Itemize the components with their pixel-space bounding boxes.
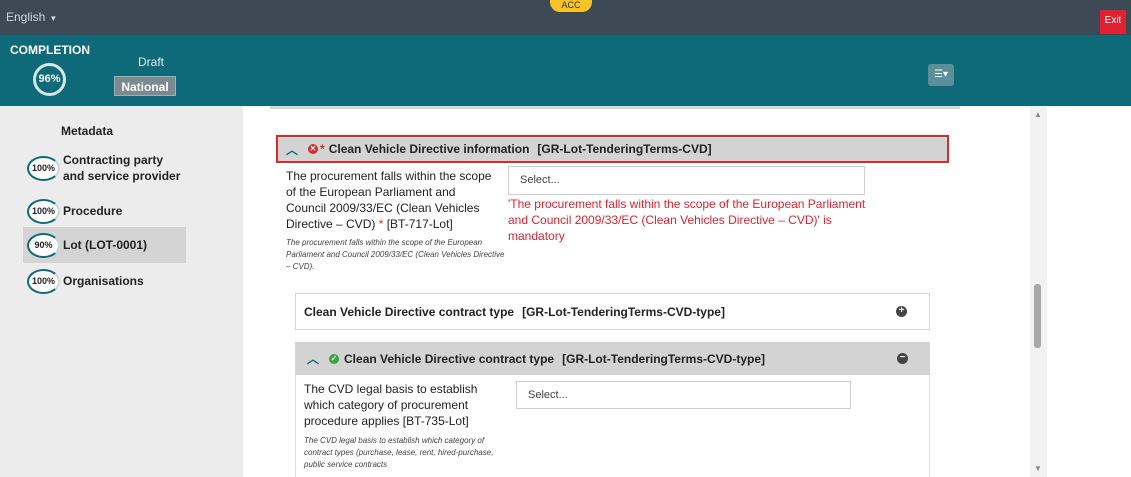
- section-header-cvd[interactable]: ︿ ✕ * Clean Vehicle Directive informatio…: [276, 135, 949, 163]
- section-code: [GR-Lot-TenderingTerms-CVD]: [537, 142, 712, 156]
- scrollbar[interactable]: ▲ ▼: [1030, 106, 1047, 477]
- sidebar: Metadata 100% Contracting party and serv…: [0, 106, 243, 477]
- field-label-cvd-legal-basis: The CVD legal basis to establish which c…: [304, 382, 478, 428]
- sidebar-item-label: Contracting party and service provider: [63, 153, 181, 183]
- divider: [270, 106, 960, 109]
- check-icon: ✓: [329, 353, 340, 364]
- sidebar-item-lot[interactable]: 90% Lot (LOT-0001): [23, 227, 186, 263]
- scroll-up-arrow-icon[interactable]: ▲: [1034, 110, 1042, 119]
- status-label: Draft: [138, 55, 165, 69]
- sidebar-item-label: Lot (LOT-0001): [63, 238, 148, 252]
- sidebar-item-contracting-party[interactable]: 100% Contracting party and service provi…: [23, 148, 186, 188]
- subsection-code: [GR-Lot-TenderingTerms-CVD-type]: [562, 351, 765, 366]
- progress-ring-icon: 100%: [27, 198, 60, 224]
- cvd-select[interactable]: Select...: [508, 166, 865, 195]
- language-selector[interactable]: English ▼: [6, 10, 57, 24]
- top-bar: English ▼ ACC Exit: [0, 0, 1131, 35]
- main-content: ︿ ✕ * Clean Vehicle Directive informatio…: [258, 106, 970, 477]
- subsection-title: Clean Vehicle Directive contract type: [304, 304, 515, 319]
- error-icon: ✕: [308, 144, 319, 154]
- required-marker: *: [320, 142, 325, 156]
- progress-ring-icon: 100%: [27, 268, 60, 294]
- sidebar-item-organisations[interactable]: 100% Organisations: [23, 267, 186, 295]
- environment-badge: ACC: [550, 0, 592, 12]
- subsection-code: [GR-Lot-TenderingTerms-CVD-type]: [522, 304, 725, 319]
- subsection-collapsed-cvd-type[interactable]: Clean Vehicle Directive contract type [G…: [295, 293, 930, 330]
- required-marker: *: [378, 217, 384, 231]
- sliders-icon: ☰▾: [934, 69, 948, 80]
- filter-settings-button[interactable]: ☰▾: [928, 64, 954, 86]
- completion-label: COMPLETION: [10, 43, 90, 57]
- subsection-expanded-cvd-type[interactable]: ︿ ✓ Clean Vehicle Directive contract typ…: [295, 342, 930, 375]
- scrollbar-thumb[interactable]: [1034, 284, 1041, 348]
- add-icon[interactable]: +: [896, 306, 907, 317]
- sidebar-item-label: Organisations: [63, 274, 144, 288]
- validation-error: 'The procurement falls within the scope …: [508, 197, 866, 243]
- chevron-up-icon[interactable]: ︿: [286, 141, 298, 158]
- completion-progress-ring: 96%: [33, 63, 66, 96]
- scroll-down-arrow-icon[interactable]: ▼: [1034, 464, 1042, 473]
- completion-header: COMPLETION 96% Draft National ☰▾: [0, 35, 1131, 106]
- scope-badge: National: [114, 76, 176, 96]
- field-help-cvd: The procurement falls within the scope o…: [286, 238, 505, 271]
- sidebar-item-metadata[interactable]: Metadata: [61, 124, 113, 138]
- chevron-up-icon[interactable]: ︿: [307, 350, 319, 367]
- section-title: Clean Vehicle Directive information: [328, 142, 530, 156]
- sidebar-item-procedure[interactable]: 100% Procedure: [23, 197, 186, 225]
- subsection-body: The CVD legal basis to establish which c…: [295, 375, 930, 477]
- exit-button[interactable]: Exit: [1100, 10, 1126, 34]
- cvd-legal-basis-select[interactable]: Select...: [516, 381, 851, 409]
- remove-icon[interactable]: −: [897, 353, 908, 364]
- progress-ring-icon: 100%: [27, 155, 60, 181]
- progress-ring-icon: 90%: [27, 232, 60, 258]
- language-label: English: [6, 10, 46, 24]
- field-label-cvd: The procurement falls within the scope o…: [286, 168, 498, 232]
- caret-down-icon: ▼: [49, 14, 58, 23]
- sidebar-item-label: Procedure: [63, 204, 123, 218]
- subsection-title: Clean Vehicle Directive contract type: [344, 351, 555, 366]
- field-help-cvd-legal-basis: The CVD legal basis to establish which c…: [304, 436, 494, 469]
- field-bt-code: [BT-717-Lot]: [386, 217, 453, 231]
